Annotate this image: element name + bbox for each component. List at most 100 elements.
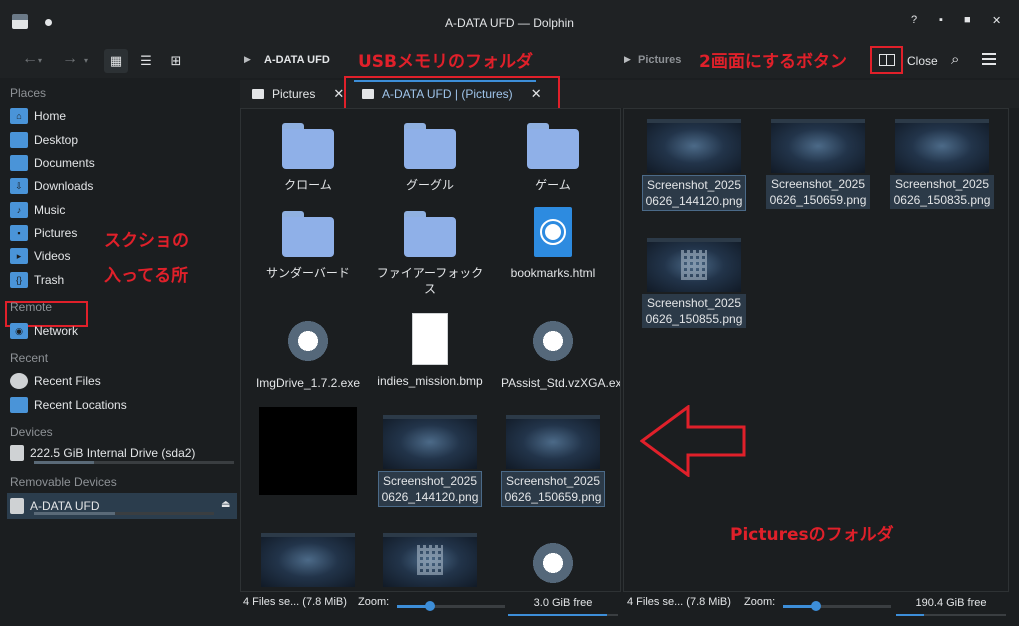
search-icon[interactable]: ⌕ xyxy=(951,51,959,68)
back-dropdown-icon[interactable]: ▾ xyxy=(38,56,42,65)
screenshot-thumbnail xyxy=(506,415,600,469)
sidebar-item-label: Pictures xyxy=(34,226,78,240)
split-view-button[interactable] xyxy=(870,46,903,74)
file-name: ImgDrive_1.7.2.exe xyxy=(255,376,361,390)
file-name: indies_mission.bmp xyxy=(377,374,483,388)
section-remote: Remote xyxy=(10,300,53,314)
folder-icon xyxy=(282,123,334,169)
forward-button[interactable]: → xyxy=(62,50,78,68)
left-zoom-slider[interactable] xyxy=(397,605,505,608)
tree-view-button[interactable]: ⊞ xyxy=(164,49,188,73)
network-folder-icon: ◉ xyxy=(10,323,28,339)
minimize-button[interactable]: ▪ xyxy=(939,14,943,26)
file-item[interactable]: PAssist_Std.vzXGA.exe xyxy=(494,315,620,391)
annotation-screenshot-location: 入ってる所 xyxy=(104,266,189,286)
sidebar-item-documents[interactable]: Documents xyxy=(10,153,236,173)
left-zoom-label: Zoom: xyxy=(358,596,390,608)
file-item[interactable]: Screenshot_20250626_150835.png xyxy=(883,119,1001,209)
file-name: Screenshot_20250626_150659.png xyxy=(766,175,870,209)
back-button[interactable]: ← xyxy=(22,50,38,68)
file-item[interactable] xyxy=(371,533,489,587)
documents-folder-icon xyxy=(10,155,28,171)
videos-folder-icon: ▸ xyxy=(10,248,28,264)
usb-tab-highlight-box xyxy=(344,76,560,112)
left-arrow-annotation-icon xyxy=(640,405,746,477)
tab-bar: Pictures ✕ A-DATA UFD | (Pictures) ✕ xyxy=(240,76,1019,112)
right-free-space: 190.4 GiB free xyxy=(915,597,987,609)
pictures-folder-icon: ▪ xyxy=(10,225,28,241)
file-name: グーグル xyxy=(405,178,454,192)
sidebar-item-desktop[interactable]: Desktop xyxy=(10,130,236,150)
breadcrumb-left[interactable]: A-DATA UFD xyxy=(264,54,330,66)
sidebar-item-downloads[interactable]: ⇩ Downloads xyxy=(10,176,236,196)
sidebar-item-label: Videos xyxy=(34,249,71,263)
file-item[interactable]: ファイアーフォックス xyxy=(371,211,489,297)
usb-drive-icon xyxy=(10,498,24,514)
home-icon: ⌂ xyxy=(10,108,28,124)
recent-locations-folder-icon xyxy=(10,397,28,413)
sidebar-item-internal-drive[interactable]: 222.5 GiB Internal Drive (sda2) xyxy=(10,443,236,463)
left-file-pane[interactable]: クローム グーグル ゲーム サンダーバード ファイアーフォックス bookmar… xyxy=(240,108,621,592)
file-item[interactable]: サンダーバード xyxy=(249,211,367,281)
close-window-button[interactable]: ✕ xyxy=(992,14,1001,27)
file-item[interactable]: Screenshot_20250626_144120.png xyxy=(635,119,753,211)
section-places: Places xyxy=(10,86,47,100)
annotation-usb-folder: USBメモリのフォルダ xyxy=(358,52,534,72)
maximize-button[interactable]: ■ xyxy=(964,14,971,26)
file-item[interactable]: bookmarks.html xyxy=(494,207,612,281)
sidebar-item-label: Network xyxy=(34,324,79,338)
left-zoom-handle[interactable] xyxy=(425,601,436,611)
screenshot-thumbnail xyxy=(383,415,477,469)
screenshot-thumbnail xyxy=(771,119,865,173)
details-view-button[interactable]: ☰ xyxy=(134,49,158,73)
sidebar-item-label: Music xyxy=(34,203,66,217)
file-name: Screenshot_20250626_150835.png xyxy=(890,175,994,209)
internal-drive-usage-bar xyxy=(34,461,234,464)
file-item[interactable]: indies_mission.bmp xyxy=(371,313,489,389)
sidebar-item-music[interactable]: ♪ Music xyxy=(10,200,236,220)
file-item[interactable]: Screenshot_20250626_144120.png xyxy=(371,415,489,507)
breadcrumb-caret-icon: ▶ xyxy=(624,54,631,64)
file-item[interactable]: Screenshot_20250626_150659.png xyxy=(759,119,877,209)
hamburger-menu-icon[interactable] xyxy=(982,53,996,65)
forward-dropdown-icon[interactable]: ▾ xyxy=(84,56,88,65)
file-item[interactable] xyxy=(249,407,367,495)
file-item[interactable]: Screenshot_20250626_150855.png xyxy=(635,238,753,328)
file-item[interactable]: クローム xyxy=(249,123,367,193)
sidebar-item-home[interactable]: ⌂ Home xyxy=(10,106,236,126)
desktop-folder-icon xyxy=(10,132,28,148)
sidebar-item-label: Documents xyxy=(34,156,95,170)
file-item[interactable]: ImgDrive_1.7.2.exe xyxy=(249,315,367,391)
file-name: Screenshot_20250626_144120.png xyxy=(378,471,482,507)
right-zoom-slider[interactable] xyxy=(783,605,891,608)
file-item[interactable]: ゲーム xyxy=(494,123,612,193)
html-file-icon xyxy=(534,207,572,257)
hard-drive-icon xyxy=(10,445,24,461)
sidebar-item-recent-files[interactable]: Recent Files xyxy=(10,371,236,391)
screenshot-thumbnail xyxy=(647,119,741,173)
file-item[interactable] xyxy=(494,537,612,591)
file-name: ファイアーフォックス xyxy=(376,266,484,296)
sidebar-item-recent-locations[interactable]: Recent Locations xyxy=(10,395,236,415)
file-item[interactable] xyxy=(249,533,367,587)
help-button[interactable]: ? xyxy=(911,14,917,26)
close-split-label[interactable]: Close xyxy=(907,54,938,68)
file-item[interactable]: グーグル xyxy=(371,123,489,193)
breadcrumb-right[interactable]: Pictures xyxy=(638,54,681,66)
file-item[interactable]: Screenshot_20250626_150659.png xyxy=(494,415,612,507)
tab-label: Pictures xyxy=(272,87,316,101)
downloads-folder-icon: ⇩ xyxy=(10,178,28,194)
sidebar-item-network[interactable]: ◉ Network xyxy=(10,321,236,341)
tab-pictures[interactable]: Pictures ✕ xyxy=(252,80,344,108)
right-free-space-bar xyxy=(896,614,1006,616)
breadcrumb-caret-icon: ▶ xyxy=(244,54,251,64)
sidebar-item-label: Recent Files xyxy=(34,374,101,388)
right-zoom-handle[interactable] xyxy=(811,601,822,611)
screenshot-thumbnail xyxy=(895,119,989,173)
tab-close-icon[interactable]: ✕ xyxy=(333,86,344,102)
icons-view-button[interactable]: ▦ xyxy=(104,49,128,73)
window-title: A-DATA UFD — Dolphin xyxy=(445,16,574,30)
eject-icon[interactable]: ⏏ xyxy=(221,499,230,510)
section-devices: Devices xyxy=(10,425,53,439)
right-zoom-label: Zoom: xyxy=(744,596,776,608)
